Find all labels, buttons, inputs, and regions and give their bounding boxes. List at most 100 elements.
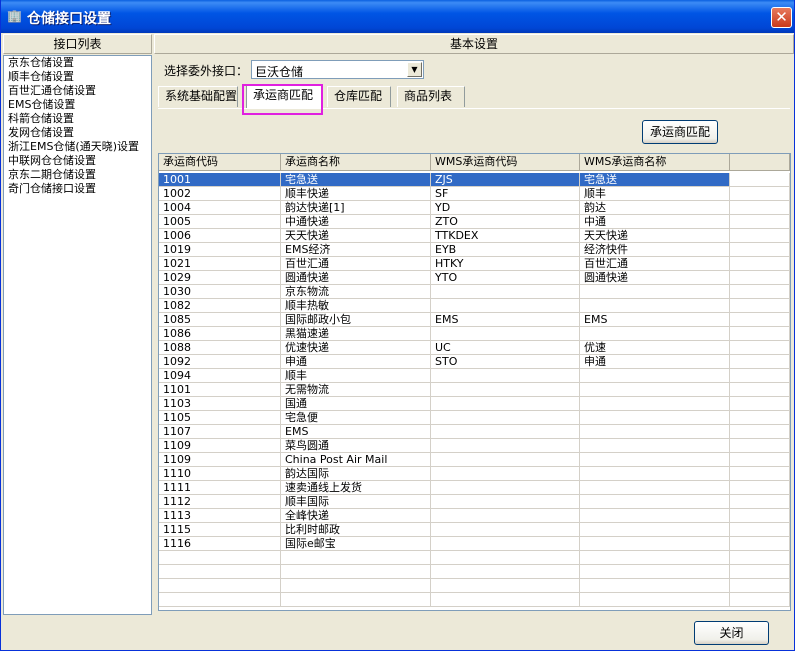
interface-list-item[interactable]: 浙江EMS仓储(通天晓)设置 [4, 140, 151, 154]
table-row[interactable]: 1029 圆通快递 YTO 圆通快递 [159, 271, 790, 285]
interface-list-item[interactable]: 百世汇通仓储设置 [4, 84, 151, 98]
column-header[interactable]: 承运商名称 [281, 154, 431, 171]
table-row[interactable]: 1103 国通 [159, 397, 790, 411]
tab-item[interactable]: 系统基础配置 [158, 86, 238, 107]
table-cell: 全峰快递 [281, 509, 431, 523]
table-row[interactable]: 1082 顺丰热敏 [159, 299, 790, 313]
table-row[interactable]: 1001 宅急送 ZJS 宅急送 [159, 173, 790, 187]
table-cell: 优速快递 [281, 341, 431, 355]
table-cell [431, 481, 580, 495]
table-cell [730, 453, 790, 467]
interface-list-item[interactable]: 顺丰仓储设置 [4, 70, 151, 84]
interface-list-item[interactable]: 发网仓储设置 [4, 126, 151, 140]
carrier-match-button[interactable]: 承运商匹配 [642, 120, 718, 144]
table-cell [730, 229, 790, 243]
tab-item[interactable]: 仓库匹配 [327, 86, 391, 107]
table-cell: 国通 [281, 397, 431, 411]
table-cell [730, 201, 790, 215]
table-row[interactable]: 1110 韵达国际 [159, 467, 790, 481]
table-row[interactable]: 1004 韵达快递[1] YD 韵达 [159, 201, 790, 215]
interface-list-item[interactable]: EMS仓储设置 [4, 98, 151, 112]
interface-list-item[interactable]: 京东仓储设置 [4, 56, 151, 70]
table-row[interactable] [159, 593, 790, 607]
table-row[interactable] [159, 551, 790, 565]
table-cell: 顺丰 [580, 187, 730, 201]
table-row[interactable]: 1021 百世汇通 HTKY 百世汇通 [159, 257, 790, 271]
column-header[interactable]: WMS承运商代码 [431, 154, 580, 171]
table-cell: 1101 [159, 383, 281, 397]
table-row[interactable]: 1113 全峰快递 [159, 509, 790, 523]
table-row[interactable]: 1030 京东物流 [159, 285, 790, 299]
table-row[interactable]: 1112 顺丰国际 [159, 495, 790, 509]
select-interface-label: 选择委外接口： [164, 64, 249, 78]
table-row[interactable]: 1086 黑猫速递 [159, 327, 790, 341]
table-cell: EMS [580, 313, 730, 327]
table-cell: 1021 [159, 257, 281, 271]
table-cell [730, 397, 790, 411]
table-row[interactable]: 1005 中通快递 ZTO 中通 [159, 215, 790, 229]
window-close-button[interactable]: ✕ [771, 7, 792, 28]
interface-list-item[interactable]: 京东二期仓储设置 [4, 168, 151, 182]
chevron-down-icon[interactable]: ▼ [407, 62, 422, 77]
table-row[interactable] [159, 565, 790, 579]
table-row[interactable]: 1092 申通 STO 申通 [159, 355, 790, 369]
tab-item[interactable]: 商品列表 [397, 86, 465, 107]
table-cell: 1085 [159, 313, 281, 327]
table-row[interactable]: 1019 EMS经济 EYB 经济快件 [159, 243, 790, 257]
table-cell: 1094 [159, 369, 281, 383]
table-cell: 中通 [580, 215, 730, 229]
close-button[interactable]: 关闭 [694, 621, 769, 645]
table-row[interactable]: 1115 比利时邮政 [159, 523, 790, 537]
table-row[interactable]: 1094 顺丰 [159, 369, 790, 383]
interface-list: 京东仓储设置 顺丰仓储设置 百世汇通仓储设置 EMS仓储设置 科箭仓储设置 发网仓储设置浙… [3, 55, 152, 615]
table-row[interactable]: 1116 国际e邮宝 [159, 537, 790, 551]
interface-list-item[interactable]: 中联网仓仓储设置 [4, 154, 151, 168]
table-cell: 1103 [159, 397, 281, 411]
table-cell: 百世汇通 [580, 257, 730, 271]
table-cell [730, 243, 790, 257]
table-cell: 经济快件 [580, 243, 730, 257]
table-cell: 速卖通线上发货 [281, 481, 431, 495]
table-cell [580, 565, 730, 579]
table-row[interactable]: 1006 天天快递 TTKDEX 天天快递 [159, 229, 790, 243]
interface-list-item[interactable]: 奇门仓储接口设置 [4, 182, 151, 196]
title-bar[interactable]: 🏢 仓储接口设置 ✕ [1, 0, 794, 33]
table-cell [580, 327, 730, 341]
table-cell: 顺丰国际 [281, 495, 431, 509]
table-cell [730, 439, 790, 453]
table-row[interactable]: 1111 速卖通线上发货 [159, 481, 790, 495]
table-cell [281, 593, 431, 607]
table-cell [431, 551, 580, 565]
column-header[interactable]: 承运商代码 [159, 154, 281, 171]
table-cell: ZTO [431, 215, 580, 229]
table-row[interactable]: 1105 宅急便 [159, 411, 790, 425]
table-cell [580, 425, 730, 439]
table-cell: 申通 [580, 355, 730, 369]
table-row[interactable]: 1085 国际邮政小包 EMS EMS [159, 313, 790, 327]
table-cell [580, 439, 730, 453]
table-cell: HTKY [431, 257, 580, 271]
table-row[interactable]: 1088 优速快递 UC 优速 [159, 341, 790, 355]
table-cell [730, 425, 790, 439]
table-cell [730, 523, 790, 537]
table-row[interactable]: 1109 China Post Air Mail [159, 453, 790, 467]
column-header[interactable]: WMS承运商名称 [580, 154, 730, 171]
interface-list-item[interactable]: 科箭仓储设置 [4, 112, 151, 126]
interface-list-header: 接口列表 [3, 34, 152, 54]
table-cell: 1019 [159, 243, 281, 257]
table-cell: 1109 [159, 453, 281, 467]
table-cell [730, 369, 790, 383]
table-cell [580, 453, 730, 467]
table-cell: 1107 [159, 425, 281, 439]
outsource-interface-select[interactable]: 巨沃仓储 ▼ [251, 60, 424, 79]
table-row[interactable] [159, 579, 790, 593]
table-cell [281, 551, 431, 565]
table-row[interactable]: 1101 无需物流 [159, 383, 790, 397]
table-cell: SF [431, 187, 580, 201]
table-cell [281, 579, 431, 593]
table-cell [730, 537, 790, 551]
table-row[interactable]: 1109 菜鸟圆通 [159, 439, 790, 453]
table-cell [730, 355, 790, 369]
table-row[interactable]: 1107 EMS [159, 425, 790, 439]
table-row[interactable]: 1002 顺丰快递 SF 顺丰 [159, 187, 790, 201]
